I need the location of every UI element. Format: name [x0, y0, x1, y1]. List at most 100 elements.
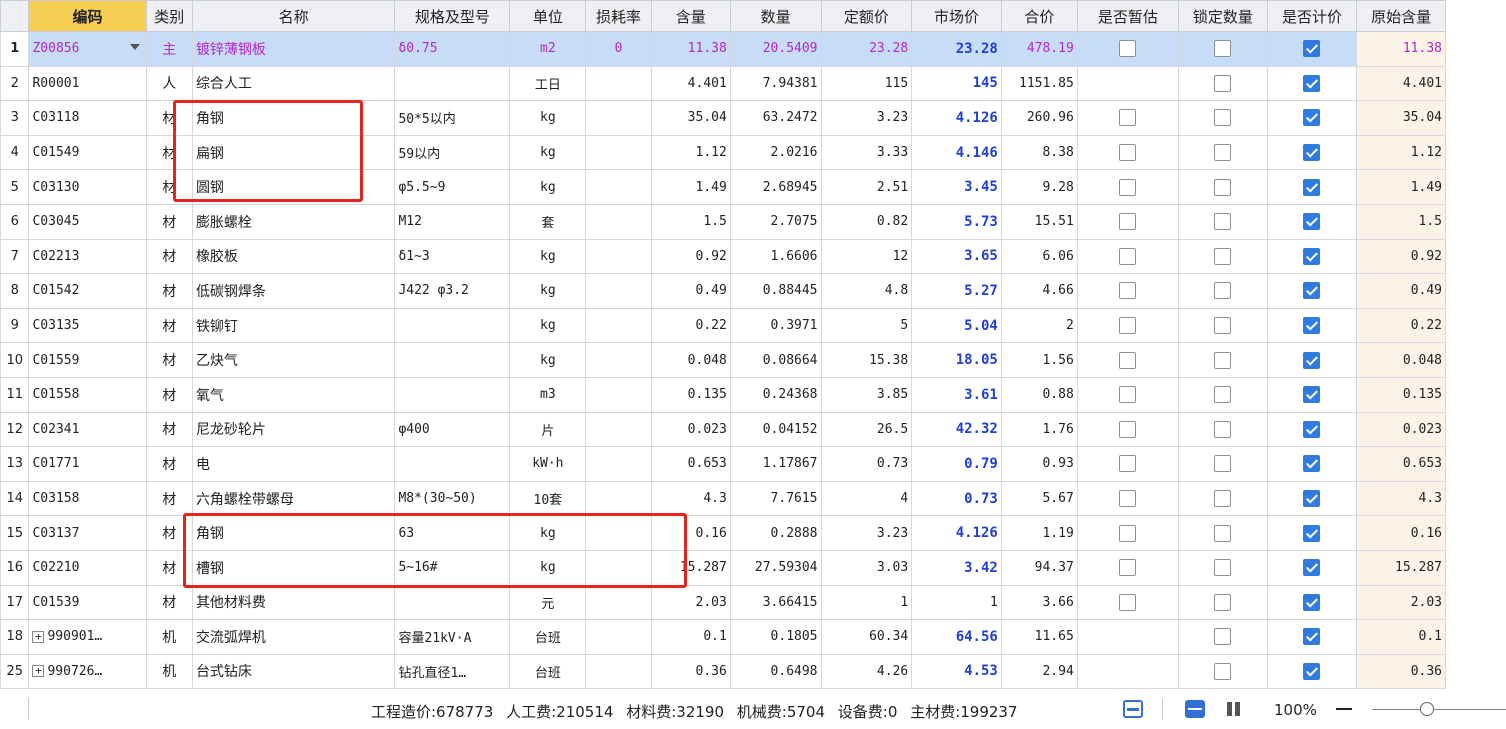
quota-price-cell[interactable]: 2.51	[820, 169, 913, 205]
code-cell[interactable]: C03045	[28, 203, 147, 240]
name-cell[interactable]: 槽钢	[191, 549, 396, 586]
dropdown-arrow-icon[interactable]	[129, 44, 140, 50]
content-cell[interactable]: 0.048	[650, 342, 731, 378]
is-estimate-checkbox[interactable]	[1119, 178, 1137, 196]
lock-quantity-checkbox[interactable]	[1214, 144, 1232, 162]
quota-price-cell[interactable]: 5	[820, 307, 913, 344]
zoom-slider-track[interactable]	[1372, 709, 1506, 710]
table-row[interactable]: 16 C02210 材槽钢 5~16# kg 15.287 27.59304 3.03 3.42…	[0, 549, 1446, 586]
header-is-estimate[interactable]: 是否暂估	[1076, 0, 1180, 32]
unit-cell[interactable]: 元	[509, 584, 587, 621]
is-estimate-checkbox[interactable]	[1119, 213, 1137, 231]
quantity-cell[interactable]: 1.17867	[729, 446, 822, 482]
content-cell[interactable]: 1.5	[650, 203, 731, 240]
lock-quantity-checkbox[interactable]	[1214, 524, 1232, 542]
name-cell[interactable]: 圆钢	[191, 169, 396, 205]
unit-cell[interactable]: kg	[509, 307, 587, 344]
spec-cell[interactable]	[394, 65, 511, 102]
loss-rate-cell[interactable]	[585, 515, 652, 551]
market-price-cell[interactable]: 4.126	[911, 100, 1002, 136]
is-estimate-checkbox[interactable]	[1119, 386, 1137, 404]
original-content-cell[interactable]: 0.135	[1356, 376, 1446, 413]
spec-cell[interactable]: 59以内	[394, 134, 511, 171]
code-cell[interactable]: C01771	[28, 446, 147, 482]
name-cell[interactable]: 尼龙砂轮片	[191, 411, 396, 448]
spec-cell[interactable]: 50*5以内	[394, 100, 511, 136]
content-cell[interactable]: 2.03	[650, 584, 731, 621]
header-spec[interactable]: 规格及型号	[394, 0, 511, 32]
market-price-cell[interactable]: 42.32	[911, 411, 1002, 448]
market-price-cell[interactable]: 23.28	[911, 31, 1002, 67]
name-cell[interactable]: 扁钢	[191, 134, 396, 171]
is-priced-checkbox[interactable]	[1303, 178, 1321, 196]
header-quantity[interactable]: 数量	[729, 0, 822, 32]
table-row[interactable]: 3 C03118 材角钢 50*5以内 kg 35.04 63.2472 3.23 4.126 2…	[0, 100, 1446, 136]
content-cell[interactable]: 1.49	[650, 169, 731, 205]
is-priced-checkbox[interactable]	[1303, 490, 1321, 508]
name-cell[interactable]: 镀锌薄钢板	[191, 31, 396, 67]
table-row[interactable]: 10 C01559 材乙炔气 kg 0.048 0.08664 15.38 18.05 1.56…	[0, 342, 1446, 378]
quantity-cell[interactable]: 0.6498	[729, 653, 822, 690]
type-cell[interactable]: 主	[145, 31, 193, 67]
table-row[interactable]: 11 C01558 材氧气 m3 0.135 0.24368 3.85 3.61 0.88 0.1…	[0, 376, 1446, 413]
quota-price-cell[interactable]: 15.38	[820, 342, 913, 378]
code-cell[interactable]: C02341	[28, 411, 147, 448]
type-cell[interactable]: 材	[145, 549, 193, 586]
table-row[interactable]: 17 C01539 材其他材料费元 2.03 3.66415 1 1 3.66 2.03	[0, 584, 1446, 621]
table-row[interactable]: 25 +990726… 机台式钻床 钻孔直径1… 台班 0.36 0.6498 4.26 4.5…	[0, 653, 1446, 690]
original-content-cell[interactable]: 0.16	[1356, 515, 1446, 551]
spec-cell[interactable]: J422 φ3.2	[394, 273, 511, 309]
original-content-cell[interactable]: 0.22	[1356, 307, 1446, 344]
quota-price-cell[interactable]: 3.85	[820, 376, 913, 413]
name-cell[interactable]: 低碳钢焊条	[191, 273, 396, 309]
original-content-cell[interactable]: 0.048	[1356, 342, 1446, 378]
unit-cell[interactable]: kg	[509, 342, 587, 378]
loss-rate-cell[interactable]	[585, 653, 652, 690]
lock-quantity-checkbox[interactable]	[1214, 109, 1232, 127]
original-content-cell[interactable]: 0.36	[1356, 653, 1446, 690]
quantity-cell[interactable]: 2.0216	[729, 134, 822, 171]
quantity-cell[interactable]: 2.68945	[729, 169, 822, 205]
is-estimate-checkbox[interactable]	[1119, 351, 1137, 369]
type-cell[interactable]: 材	[145, 515, 193, 551]
spec-cell[interactable]: δ1~3	[394, 238, 511, 275]
name-cell[interactable]: 综合人工	[191, 65, 396, 102]
content-cell[interactable]: 11.38	[650, 31, 731, 67]
spec-cell[interactable]: 容量21kV·A	[394, 619, 511, 655]
loss-rate-cell[interactable]	[585, 342, 652, 378]
market-price-cell[interactable]: 5.73	[911, 203, 1002, 240]
name-cell[interactable]: 台式钻床	[191, 653, 396, 690]
unit-cell[interactable]: m2	[509, 31, 587, 67]
market-price-cell[interactable]: 3.61	[911, 376, 1002, 413]
type-cell[interactable]: 材	[145, 376, 193, 413]
table-row[interactable]: 7 C02213 材橡胶板 δ1~3 kg 0.92 1.6606 12 3.65 6.06 0.9…	[0, 238, 1446, 275]
quantity-cell[interactable]: 2.7075	[729, 203, 822, 240]
unit-cell[interactable]: kW·h	[509, 446, 587, 482]
market-price-cell[interactable]: 145	[911, 65, 1002, 102]
spec-cell[interactable]	[394, 307, 511, 344]
quantity-cell[interactable]: 0.24368	[729, 376, 822, 413]
code-cell[interactable]: C03158	[28, 480, 147, 517]
is-priced-checkbox[interactable]	[1303, 317, 1321, 335]
quota-price-cell[interactable]: 12	[820, 238, 913, 275]
is-estimate-checkbox[interactable]	[1119, 40, 1137, 58]
is-priced-checkbox[interactable]	[1303, 524, 1321, 542]
zoom-out-button[interactable]	[1336, 708, 1352, 710]
code-cell[interactable]: +990726…	[28, 653, 147, 690]
lock-quantity-checkbox[interactable]	[1214, 351, 1232, 369]
loss-rate-cell[interactable]	[585, 446, 652, 482]
original-content-cell[interactable]: 1.5	[1356, 203, 1446, 240]
table-row[interactable]: 1 Z00856 主镀锌薄钢板 δ0.75 m2 0 11.38 20.5409 23.28 23…	[0, 31, 1446, 67]
header-type[interactable]: 类别	[145, 0, 193, 32]
header-unit[interactable]: 单位	[509, 0, 587, 32]
market-price-cell[interactable]: 64.56	[911, 619, 1002, 655]
unit-cell[interactable]: 套	[509, 203, 587, 240]
quantity-cell[interactable]: 7.7615	[729, 480, 822, 517]
market-price-cell[interactable]: 0.73	[911, 480, 1002, 517]
table-row[interactable]: 12 C02341 材尼龙砂轮片 φ400 片 0.023 0.04152 26.5 42.32…	[0, 411, 1446, 448]
quota-price-cell[interactable]: 0.82	[820, 203, 913, 240]
header-quota-price[interactable]: 定额价	[820, 0, 913, 32]
is-priced-checkbox[interactable]	[1303, 74, 1321, 92]
type-cell[interactable]: 材	[145, 342, 193, 378]
market-price-cell[interactable]: 3.45	[911, 169, 1002, 205]
